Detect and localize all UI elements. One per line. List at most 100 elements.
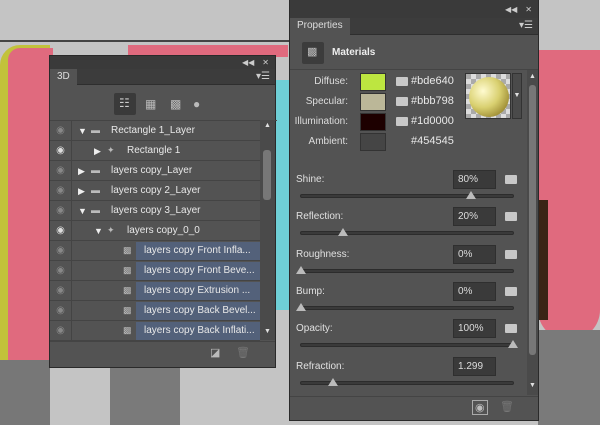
folder-icon[interactable] <box>396 77 408 86</box>
properties-panel: ◀◀ ✕ Properties ▾☰ ▩ Materials Diffuse: #b… <box>289 0 539 421</box>
scrollbar[interactable]: ▲ ▼ <box>260 120 275 340</box>
collapse-icon[interactable]: ◀◀ <box>505 5 517 14</box>
tree-row[interactable]: ◉ ▼ ▬ Rectangle 1_Layer <box>50 120 260 141</box>
tree-row-label: layers copy Back Bevel... <box>136 302 261 320</box>
color-label: Illumination: <box>294 116 348 127</box>
mesh-icon[interactable]: ▦ <box>145 97 156 111</box>
collapse-icon[interactable]: ◀◀ <box>242 58 254 67</box>
new-icon[interactable]: ◪ <box>210 346 220 359</box>
visibility-eye-icon[interactable]: ◉ <box>50 240 72 261</box>
slider-value-field[interactable]: 1.299 <box>453 356 496 376</box>
visibility-eye-icon[interactable]: ◉ <box>50 280 72 301</box>
tree-row[interactable]: ◉ ▩ layers copy Extrusion ... <box>50 280 261 301</box>
slider-thumb[interactable] <box>465 191 476 199</box>
slider-label: Bump: <box>296 285 325 297</box>
scroll-thumb[interactable] <box>529 85 536 355</box>
panel-menu-icon[interactable]: ▾☰ <box>519 20 533 31</box>
color-swatch[interactable] <box>360 133 386 151</box>
visibility-eye-icon[interactable]: ◉ <box>50 220 72 241</box>
tab-properties[interactable]: Properties <box>290 18 350 36</box>
slider-value-field[interactable]: 0% <box>453 244 496 264</box>
material-preview[interactable] <box>465 73 511 119</box>
slider-track[interactable] <box>300 340 518 349</box>
tree-row[interactable]: ◉ ▶ ✦ Rectangle 1 <box>50 140 260 161</box>
tab-3d[interactable]: 3D <box>50 69 77 86</box>
scroll-up-icon[interactable]: ▲ <box>264 122 271 129</box>
color-swatch[interactable] <box>360 113 386 131</box>
canvas-shape-right-dark <box>538 200 548 320</box>
folder-icon[interactable] <box>505 175 517 184</box>
slider-value-field[interactable]: 80% <box>453 170 496 189</box>
render-icon[interactable]: ◉ <box>472 400 488 415</box>
scene-button[interactable]: ☷ <box>114 93 136 115</box>
expand-closed-icon[interactable]: ▶ <box>94 146 101 157</box>
close-icon[interactable]: ✕ <box>525 5 532 14</box>
tree-row-label: Rectangle 1 <box>127 145 181 156</box>
slider-thumb[interactable] <box>296 265 306 274</box>
folder-icon[interactable] <box>396 97 408 106</box>
visibility-eye-icon[interactable]: ◉ <box>50 160 72 181</box>
tree-row[interactable]: ◉ ▩ layers copy Back Inflati... <box>50 320 261 341</box>
tree-row[interactable]: ◉ ▩ layers copy Front Beve... <box>50 260 261 281</box>
scroll-down-icon[interactable]: ▼ <box>529 382 536 389</box>
slider-thumb[interactable] <box>296 302 306 311</box>
visibility-eye-icon[interactable]: ◉ <box>50 180 72 201</box>
expand-open-icon[interactable]: ▼ <box>94 226 103 236</box>
tree-row[interactable]: ◉ ▶ ▬ layers copy_Layer <box>50 160 260 181</box>
slider-track[interactable] <box>300 191 514 199</box>
scroll-up-icon[interactable]: ▲ <box>529 73 536 80</box>
scroll-down-icon[interactable]: ▼ <box>264 328 271 335</box>
folder-icon[interactable] <box>505 286 517 296</box>
slider-thumb[interactable] <box>327 377 338 386</box>
close-icon[interactable]: ✕ <box>262 58 269 67</box>
tree-row-label: Rectangle 1_Layer <box>111 125 195 136</box>
color-label: Diffuse: <box>314 76 348 87</box>
light-icon[interactable]: ● <box>193 97 200 111</box>
expand-open-icon[interactable]: ▼ <box>78 126 87 136</box>
tree-row-label: layers copy_0_0 <box>127 225 200 236</box>
slider-value-field[interactable]: 100% <box>453 319 496 339</box>
slider-thumb[interactable] <box>338 228 349 237</box>
canvas-shape-teal <box>0 360 50 425</box>
visibility-eye-icon[interactable]: ◉ <box>50 300 72 321</box>
color-label: Ambient: <box>308 136 348 147</box>
scrollbar[interactable]: ▲ ▼ <box>527 70 538 395</box>
tree-row[interactable]: ◉ ▼ ✦ layers copy_0_0 <box>50 220 260 241</box>
trash-icon[interactable]: 🗑 <box>500 400 514 413</box>
color-swatch[interactable] <box>360 73 386 91</box>
visibility-eye-icon[interactable]: ◉ <box>50 140 72 161</box>
slider-track[interactable] <box>300 377 514 386</box>
slider-track[interactable] <box>296 265 514 274</box>
material-icon: ▩ <box>123 285 132 295</box>
materials-icon[interactable]: ▩ <box>170 97 181 111</box>
visibility-eye-icon[interactable]: ◉ <box>50 200 72 221</box>
visibility-eye-icon[interactable]: ◉ <box>50 260 72 281</box>
tree-row[interactable]: ◉ ▩ layers copy Back Bevel... <box>50 300 261 321</box>
slider-thumb[interactable] <box>508 340 518 349</box>
slider-track[interactable] <box>296 302 514 311</box>
color-swatch[interactable] <box>360 93 386 111</box>
canvas-line <box>0 40 289 42</box>
3d-panel: ◀◀ ✕ 3D ▾☰ ☷ ▦ ▩ ● ◉ ▼ ▬ Rectangle 1_Layer ◉ ▶… <box>49 55 277 368</box>
folder-icon[interactable] <box>505 324 517 334</box>
tree-row[interactable]: ◉ ▼ ▬ layers copy 3_Layer <box>50 200 260 221</box>
properties-footer: ◉ 🗑 <box>290 396 538 416</box>
visibility-eye-icon[interactable]: ◉ <box>50 120 72 141</box>
trash-icon[interactable]: 🗑 <box>236 346 250 359</box>
folder-icon[interactable] <box>396 117 408 126</box>
folder-icon[interactable] <box>505 212 517 222</box>
expand-open-icon[interactable]: ▼ <box>78 206 87 216</box>
tree-row[interactable]: ◉ ▩ layers copy Front Infla... <box>50 240 261 261</box>
scroll-thumb[interactable] <box>263 150 271 200</box>
panel-menu-icon[interactable]: ▾☰ <box>256 71 270 82</box>
slider-value-field[interactable]: 20% <box>453 207 496 227</box>
visibility-eye-icon[interactable]: ◉ <box>50 320 72 341</box>
folder-icon[interactable] <box>505 249 517 259</box>
preview-dropdown[interactable]: ▼ <box>512 73 522 119</box>
slider-value-field[interactable]: 0% <box>453 281 496 301</box>
tree-row[interactable]: ◉ ▶ ▬ layers copy 2_Layer <box>50 180 260 201</box>
properties-titlebar: ◀◀ ✕ <box>290 0 538 18</box>
expand-closed-icon[interactable]: ▶ <box>78 186 85 197</box>
slider-track[interactable] <box>300 228 514 237</box>
expand-closed-icon[interactable]: ▶ <box>78 166 85 177</box>
